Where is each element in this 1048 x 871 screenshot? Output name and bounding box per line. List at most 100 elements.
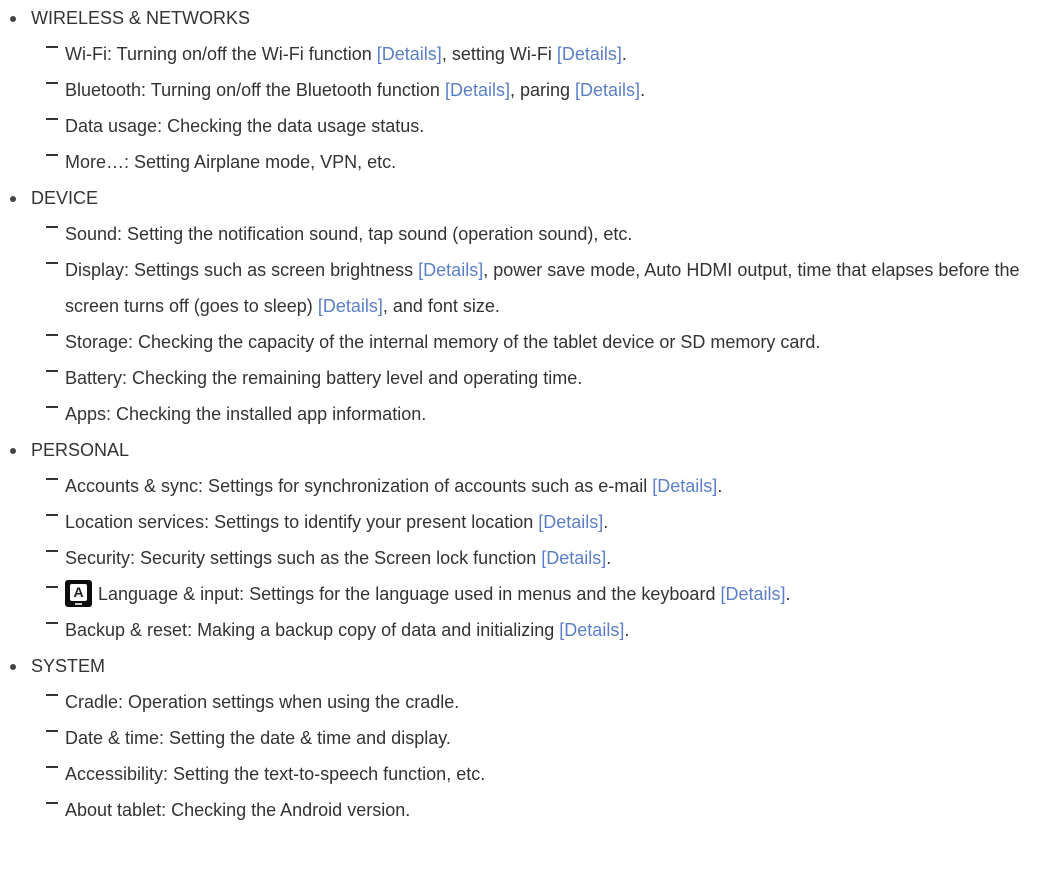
dash-icon — [46, 478, 58, 480]
item-text: Apps: Checking the installed app informa… — [65, 404, 427, 424]
setting-item: Location services: Settings to identify … — [0, 504, 1048, 540]
section-heading: SYSTEM — [0, 648, 1048, 684]
settings-section-list: WIRELESS & NETWORKS Wi-Fi: Turning on/off… — [0, 0, 1048, 828]
details-link[interactable]: [Details] — [652, 476, 717, 496]
setting-item: About tablet: Checking the Android versi… — [0, 792, 1048, 828]
bullet-icon — [10, 196, 16, 202]
item-text: More…: Setting Airplane mode, VPN, etc. — [65, 152, 397, 172]
dash-icon — [46, 334, 58, 336]
setting-item-list: Cradle: Operation settings when using th… — [0, 684, 1048, 828]
details-link[interactable]: [Details] — [575, 80, 640, 100]
setting-item: Bluetooth: Turning on/off the Bluetooth … — [0, 72, 1048, 108]
item-text: Battery: Checking the remaining battery … — [65, 368, 583, 388]
item-text: , and font size. — [382, 296, 500, 316]
setting-item: Battery: Checking the remaining battery … — [0, 360, 1048, 396]
details-link[interactable]: [Details] — [318, 296, 383, 316]
section-title: DEVICE — [31, 188, 99, 208]
item-text: . — [640, 80, 646, 100]
item-text: Display: Settings such as screen brightn… — [65, 260, 419, 280]
dash-icon — [46, 730, 58, 732]
details-link[interactable]: [Details] — [445, 80, 510, 100]
setting-item: Apps: Checking the installed app informa… — [0, 396, 1048, 432]
setting-item: More…: Setting Airplane mode, VPN, etc. — [0, 144, 1048, 180]
item-text: . — [606, 548, 612, 568]
item-text: Wi-Fi: Turning on/off the Wi-Fi function — [65, 44, 377, 64]
dash-icon — [46, 622, 58, 624]
setting-item: Accounts & sync: Settings for synchroniz… — [0, 468, 1048, 504]
item-text: Bluetooth: Turning on/off the Bluetooth … — [65, 80, 445, 100]
details-link[interactable]: [Details] — [418, 260, 483, 280]
item-text: . — [785, 584, 791, 604]
item-text: Backup & reset: Making a backup copy of … — [65, 620, 560, 640]
item-text: Data usage: Checking the data usage stat… — [65, 116, 425, 136]
setting-item: Cradle: Operation settings when using th… — [0, 684, 1048, 720]
setting-item: Wi-Fi: Turning on/off the Wi-Fi function… — [0, 36, 1048, 72]
setting-item: Date & time: Setting the date & time and… — [0, 720, 1048, 756]
item-text: . — [717, 476, 723, 496]
dash-icon — [46, 82, 58, 84]
section-personal: PERSONAL Accounts & sync: Settings for sy… — [0, 432, 1048, 648]
item-text: . — [603, 512, 609, 532]
dash-icon — [46, 370, 58, 372]
item-text: Security: Security settings such as the … — [65, 548, 542, 568]
dash-icon — [46, 226, 58, 228]
section-title: PERSONAL — [31, 440, 130, 460]
icon-letter: A — [70, 583, 87, 601]
setting-item: Sound: Setting the notification sound, t… — [0, 216, 1048, 252]
section-title: SYSTEM — [31, 656, 106, 676]
section-heading: WIRELESS & NETWORKS — [0, 0, 1048, 36]
details-link[interactable]: [Details] — [541, 548, 606, 568]
language-input-icon: A — [65, 579, 92, 607]
dash-icon — [46, 262, 58, 264]
item-text: About tablet: Checking the Android versi… — [65, 800, 411, 820]
setting-item: Security: Security settings such as the … — [0, 540, 1048, 576]
bullet-icon — [10, 16, 16, 22]
setting-item: A Language & input: Settings for the lang… — [0, 576, 1048, 612]
section-heading: PERSONAL — [0, 432, 1048, 468]
setting-item: Display: Settings such as screen brightn… — [0, 252, 1030, 324]
dash-icon — [46, 406, 58, 408]
setting-item: Backup & reset: Making a backup copy of … — [0, 612, 1048, 648]
dash-icon — [46, 154, 58, 156]
section-wireless-networks: WIRELESS & NETWORKS Wi-Fi: Turning on/off… — [0, 0, 1048, 180]
bullet-icon — [10, 664, 16, 670]
details-link[interactable]: [Details] — [559, 620, 624, 640]
bullet-icon — [10, 448, 16, 454]
item-text: Language & input: Settings for the langu… — [98, 584, 721, 604]
details-link[interactable]: [Details] — [377, 44, 442, 64]
setting-item: Data usage: Checking the data usage stat… — [0, 108, 1048, 144]
section-device: DEVICE Sound: Setting the notification so… — [0, 180, 1048, 432]
item-text: Location services: Settings to identify … — [65, 512, 539, 532]
section-system: SYSTEM Cradle: Operation settings when us… — [0, 648, 1048, 828]
item-text: , paring — [509, 80, 576, 100]
item-text: Accessibility: Setting the text-to-speec… — [65, 764, 486, 784]
dash-icon — [46, 802, 58, 804]
dash-icon — [46, 766, 58, 768]
item-text: , setting Wi-Fi — [441, 44, 557, 64]
setting-item-list: Sound: Setting the notification sound, t… — [0, 216, 1048, 432]
dash-icon — [46, 586, 58, 588]
setting-item: Accessibility: Setting the text-to-speec… — [0, 756, 1048, 792]
dash-icon — [46, 550, 58, 552]
setting-item-list: Accounts & sync: Settings for synchroniz… — [0, 468, 1048, 648]
setting-item: Storage: Checking the capacity of the in… — [0, 324, 1030, 360]
icon-underline — [75, 602, 82, 605]
dash-icon — [46, 118, 58, 120]
dash-icon — [46, 694, 58, 696]
dash-icon — [46, 46, 58, 48]
item-text: Sound: Setting the notification sound, t… — [65, 224, 633, 244]
item-text: Storage: Checking the capacity of the in… — [65, 332, 821, 352]
settings-overview: WIRELESS & NETWORKS Wi-Fi: Turning on/off… — [0, 0, 1048, 828]
item-text: Cradle: Operation settings when using th… — [65, 692, 460, 712]
item-text: . — [621, 44, 627, 64]
setting-item-list: Wi-Fi: Turning on/off the Wi-Fi function… — [0, 36, 1048, 180]
item-text: . — [624, 620, 630, 640]
details-link[interactable]: [Details] — [538, 512, 603, 532]
section-title: WIRELESS & NETWORKS — [31, 8, 251, 28]
item-text: Accounts & sync: Settings for synchroniz… — [65, 476, 653, 496]
details-link[interactable]: [Details] — [720, 584, 785, 604]
section-heading: DEVICE — [0, 180, 1048, 216]
dash-icon — [46, 514, 58, 516]
item-text: Date & time: Setting the date & time and… — [65, 728, 451, 748]
details-link[interactable]: [Details] — [557, 44, 622, 64]
